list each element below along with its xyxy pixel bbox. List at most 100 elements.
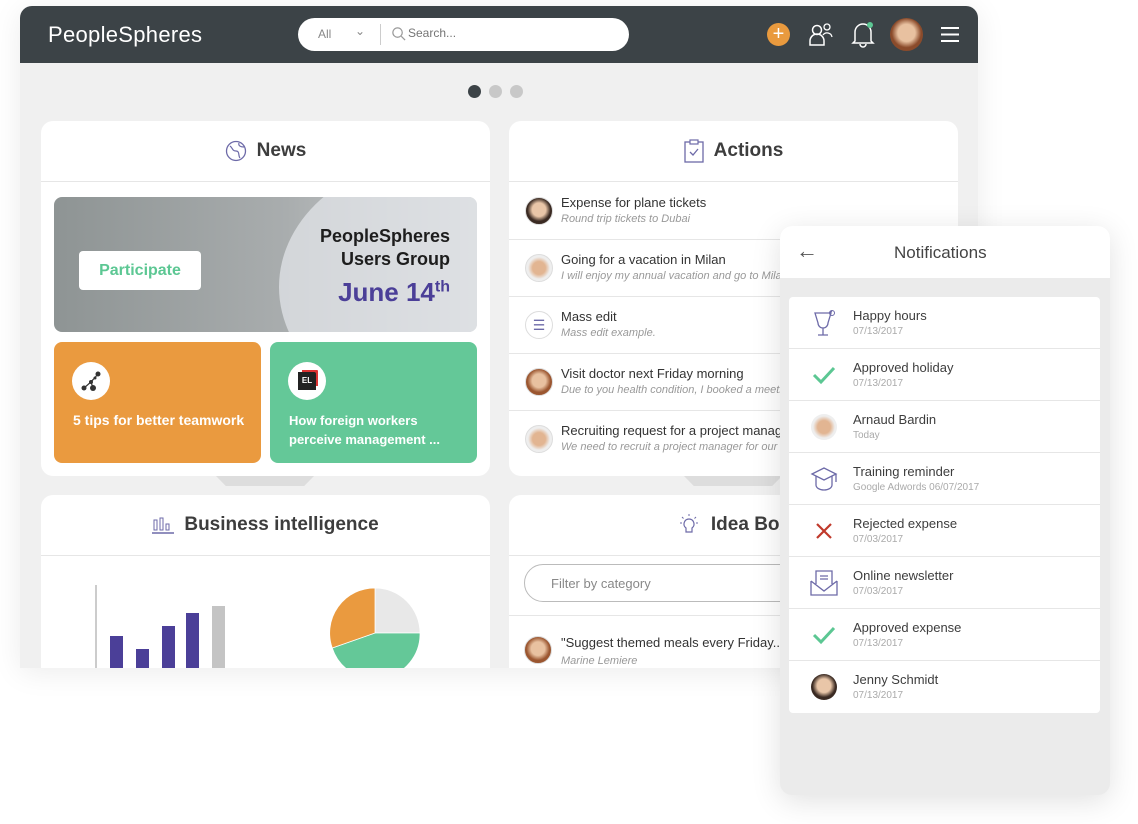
carousel-dot-3[interactable] [510,85,523,98]
bar-chart-icon [152,517,175,534]
menu-icon[interactable] [940,26,960,43]
back-arrow-icon[interactable]: ← [796,238,818,264]
action-subtitle: Mass edit example. [561,327,656,339]
people-icon[interactable] [808,21,834,47]
action-subtitle: Round trip tickets to Dubai [561,213,691,225]
mass-edit-icon: ☰ [525,311,553,339]
action-title: Visit doctor next Friday morning [561,366,744,381]
avatar [525,425,553,453]
notification-item[interactable]: Online newsletter 07/03/2017 [789,557,1100,609]
avatar [525,368,553,396]
pie-slice [374,588,421,634]
notification-date: 07/13/2017 [853,638,904,649]
pie-chart-preview[interactable] [315,588,435,668]
notification-date: Google Adwords 06/07/2017 [853,482,980,493]
notification-item[interactable]: Training reminder Google Adwords 06/07/20… [789,453,1100,505]
news-header: News [41,121,490,182]
bell-icon[interactable] [850,20,876,48]
banner-date-text: June 14 [338,277,435,307]
avatar [809,672,839,702]
banner-line-2: Users Group [340,249,450,269]
news-tile-teamwork[interactable]: 5 tips for better teamwork [54,342,261,463]
actions-header: Actions [509,121,958,182]
divider [380,24,381,45]
chevron-down-icon[interactable]: ⌄ [355,24,365,38]
avatar [525,254,553,282]
notification-item[interactable]: Approved expense 07/13/2017 [789,609,1100,661]
tile-text: 5 tips for better teamwork [73,412,245,428]
search-bar: All ⌄ [298,18,629,51]
notification-date: Today [853,430,880,441]
notification-date: 07/03/2017 [853,534,904,545]
banner-date-suffix: th [434,278,450,296]
top-bar: PeopleSpheres All ⌄ + [20,6,978,63]
idea-box-title: Idea Box [710,514,791,535]
banner-line-1: PeopleSpheres [319,226,450,246]
clipboard-check-icon [684,139,704,163]
notification-title: Training reminder [853,464,955,479]
globe-icon [225,140,246,162]
notification-title: Approved expense [853,620,962,635]
carousel-dot-1[interactable] [468,85,481,98]
action-title: Mass edit [561,309,617,324]
cocktail-icon [809,308,839,338]
lightbulb-icon [679,514,698,533]
bi-header: Business intelligence [41,495,490,556]
expand-handle[interactable] [684,476,782,486]
bi-title: Business intelligence [184,514,379,535]
logo[interactable]: PeopleSpheres [48,22,202,48]
action-title: Going for a vacation in Milan [561,252,726,267]
carousel-dot-2[interactable] [489,85,502,98]
action-subtitle: I will enjoy my annual vacation and go t… [561,270,788,282]
filter-by-category-input[interactable]: Filter by category [524,564,824,602]
notification-item[interactable]: Arnaud Bardin Today [789,401,1100,453]
notifications-header: ← Notifications [780,226,1110,278]
network-icon [72,362,110,400]
idea-author: Marine Lemiere [561,655,638,667]
tile-text: How foreign workers perceive management … [289,413,441,447]
envelope-icon [809,568,839,598]
bar [162,626,175,668]
participate-button[interactable]: Participate [79,251,201,290]
notification-title: Happy hours [853,308,927,323]
action-title: Expense for plane tickets [561,195,707,210]
notification-title: Online newsletter [853,568,954,583]
notification-item[interactable]: Rejected expense 07/03/2017 [789,505,1100,557]
notification-item[interactable]: Jenny Schmidt 07/13/2017 [789,661,1100,713]
notification-title: Jenny Schmidt [853,672,939,687]
notification-date: 07/13/2017 [853,378,904,389]
actions-title: Actions [713,140,784,161]
user-avatar[interactable] [890,18,923,51]
notification-title: Arnaud Bardin [853,412,937,427]
bar [186,613,199,668]
idea-quote: "Suggest themed meals every Friday.. [561,635,780,650]
notifications-title: Notifications [894,243,987,262]
notification-date: 07/13/2017 [853,326,904,337]
action-subtitle: We need to recruit a project manager for… [561,441,805,453]
news-title: News [256,140,307,161]
business-intelligence-card: Business intelligence [41,495,490,668]
action-subtitle: Due to you health condition, I booked a … [561,384,794,396]
avatar [524,636,552,664]
bar [110,636,123,668]
notification-item[interactable]: Approved holiday 07/13/2017 [789,349,1100,401]
bar-chart-preview[interactable] [91,580,241,668]
expand-handle[interactable] [216,476,314,486]
search-icon [392,27,406,41]
bar [212,606,225,668]
add-button[interactable]: + [767,23,790,46]
notifications-list: Happy hours 07/13/2017 Approved holiday 07… [789,297,1100,713]
notification-title: Approved holiday [853,360,954,375]
action-title: Recruiting request for a project manager [561,423,794,438]
avatar [525,197,553,225]
notification-date: 07/03/2017 [853,586,904,597]
carousel-dots [468,85,531,103]
search-input[interactable] [408,26,608,40]
news-tile-foreign-workers[interactable]: EL How foreign workers perceive manageme… [270,342,477,463]
search-scope-select[interactable]: All [318,27,331,41]
cross-icon [809,516,839,546]
check-icon [809,620,839,650]
event-banner[interactable]: Participate PeopleSpheres Users Group Ju… [54,197,477,332]
notification-item[interactable]: Happy hours 07/13/2017 [789,297,1100,349]
notification-date: 07/13/2017 [853,690,904,701]
